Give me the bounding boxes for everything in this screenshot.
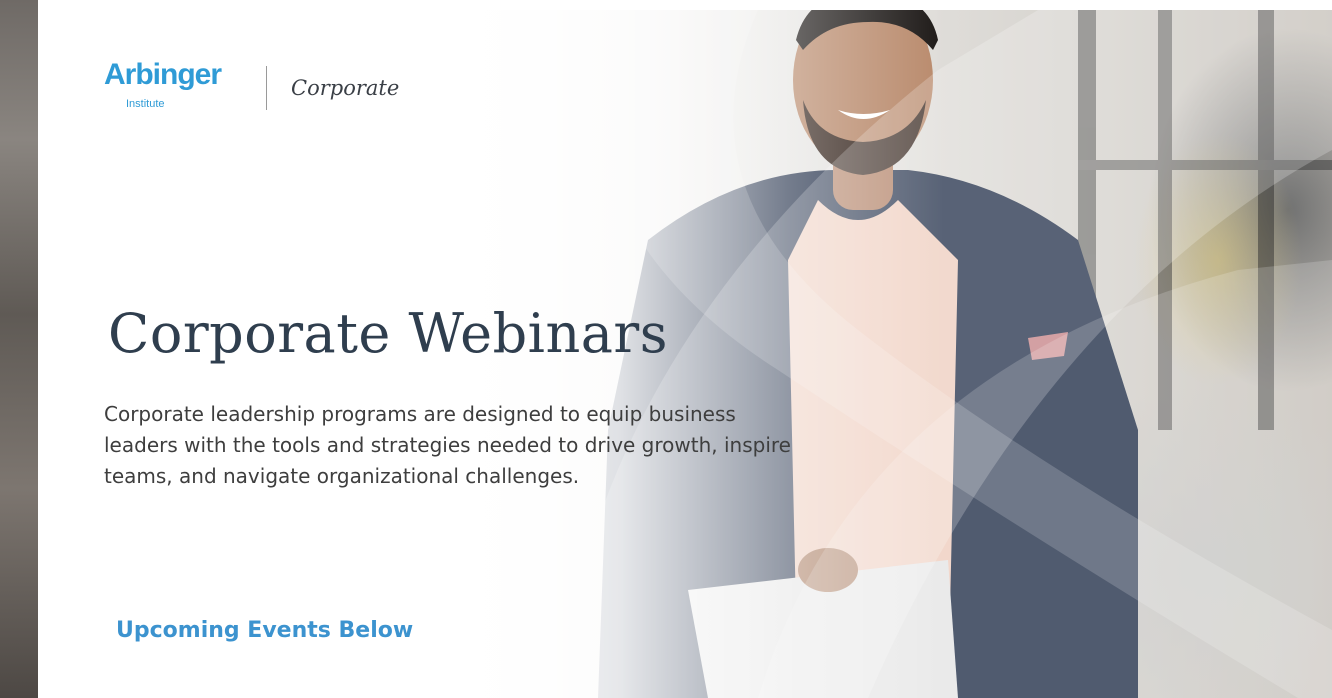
webinar-banner-screenshot: Arbinger Institute Corporate Corporate W… — [0, 0, 1332, 698]
hero-description: Corporate leadership programs are design… — [104, 402, 791, 488]
upcoming-events-link[interactable]: Upcoming Events Below — [116, 618, 413, 643]
page-title: Corporate Webinars — [108, 302, 668, 365]
hero-banner: Arbinger Institute Corporate Corporate W… — [38, 10, 1332, 698]
arbinger-logo[interactable]: Arbinger Institute — [104, 58, 238, 118]
brand-name: Arbinger — [104, 58, 222, 91]
blurred-edge-strip — [0, 0, 38, 698]
brand-subtitle: Institute — [126, 98, 165, 110]
logo-divider — [266, 66, 267, 110]
section-label: Corporate — [291, 76, 400, 100]
header-logo[interactable]: Arbinger Institute Corporate — [104, 58, 399, 118]
